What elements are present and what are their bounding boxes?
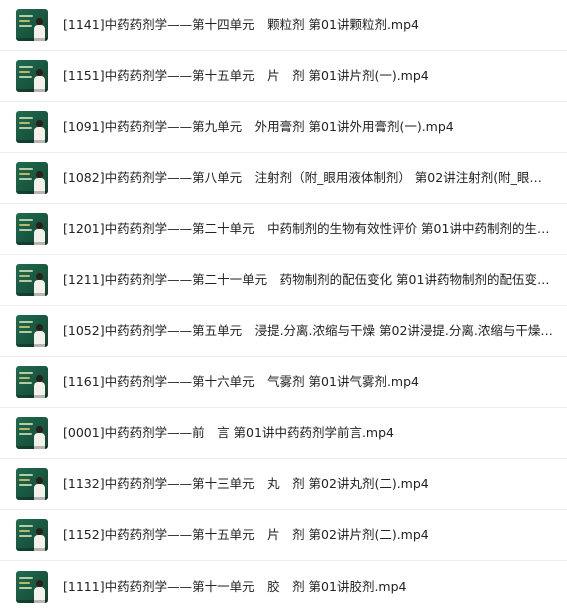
file-name: [1211]中药药剂学——第二十一单元 药物制剂的配伍变化 第01讲药物制剂的配… xyxy=(63,272,553,287)
file-name: [1052]中药药剂学——第五单元 浸提.分离.浓缩与干燥 第02讲浸提.分离.… xyxy=(63,323,553,338)
video-thumbnail-icon xyxy=(16,9,48,41)
file-row[interactable]: [1201]中药药剂学——第二十单元 中药制剂的生物有效性评价 第01讲中药制剂… xyxy=(0,204,567,255)
file-row[interactable]: [1151]中药药剂学——第十五单元 片 剂 第01讲片剂(一).mp4 xyxy=(0,51,567,102)
video-thumbnail-icon xyxy=(16,468,48,500)
file-row[interactable]: [1052]中药药剂学——第五单元 浸提.分离.浓缩与干燥 第02讲浸提.分离.… xyxy=(0,306,567,357)
file-name: [1132]中药药剂学——第十三单元 丸 剂 第02讲丸剂(二).mp4 xyxy=(63,476,429,491)
file-name: [1151]中药药剂学——第十五单元 片 剂 第01讲片剂(一).mp4 xyxy=(63,68,429,83)
video-thumbnail-icon xyxy=(16,60,48,92)
video-thumbnail-icon xyxy=(16,366,48,398)
video-thumbnail-icon xyxy=(16,570,48,603)
file-row[interactable]: [1132]中药药剂学——第十三单元 丸 剂 第02讲丸剂(二).mp4 xyxy=(0,459,567,510)
video-thumbnail-icon xyxy=(16,111,48,143)
file-name: [1161]中药药剂学——第十六单元 气雾剂 第01讲气雾剂.mp4 xyxy=(63,374,419,389)
file-row[interactable]: [1211]中药药剂学——第二十一单元 药物制剂的配伍变化 第01讲药物制剂的配… xyxy=(0,255,567,306)
video-thumbnail-icon xyxy=(16,519,48,551)
video-thumbnail-icon xyxy=(16,417,48,449)
file-row[interactable]: [1141]中药药剂学——第十四单元 颗粒剂 第01讲颗粒剂.mp4 xyxy=(0,0,567,51)
file-name: [1082]中药药剂学——第八单元 注射剂（附_眼用液体制剂） 第02讲注射剂(… xyxy=(63,170,553,185)
file-name: [1091]中药药剂学——第九单元 外用膏剂 第01讲外用膏剂(一).mp4 xyxy=(63,119,454,134)
file-row[interactable]: [1161]中药药剂学——第十六单元 气雾剂 第01讲气雾剂.mp4 xyxy=(0,357,567,408)
video-thumbnail-icon xyxy=(16,315,48,347)
video-thumbnail-icon xyxy=(16,213,48,245)
file-row[interactable]: [1111]中药药剂学——第十一单元 胶 剂 第01讲胶剂.mp4 xyxy=(0,561,567,612)
file-name: [1201]中药药剂学——第二十单元 中药制剂的生物有效性评价 第01讲中药制剂… xyxy=(63,221,553,236)
file-name: [0001]中药药剂学——前 言 第01讲中药药剂学前言.mp4 xyxy=(63,425,394,440)
file-row[interactable]: [0001]中药药剂学——前 言 第01讲中药药剂学前言.mp4 xyxy=(0,408,567,459)
file-name: [1152]中药药剂学——第十五单元 片 剂 第02讲片剂(二).mp4 xyxy=(63,527,429,542)
file-row[interactable]: [1082]中药药剂学——第八单元 注射剂（附_眼用液体制剂） 第02讲注射剂(… xyxy=(0,153,567,204)
file-row[interactable]: [1152]中药药剂学——第十五单元 片 剂 第02讲片剂(二).mp4 xyxy=(0,510,567,561)
file-name: [1141]中药药剂学——第十四单元 颗粒剂 第01讲颗粒剂.mp4 xyxy=(63,17,419,32)
file-name: [1111]中药药剂学——第十一单元 胶 剂 第01讲胶剂.mp4 xyxy=(63,578,407,594)
video-thumbnail-icon xyxy=(16,162,48,194)
file-list: [1141]中药药剂学——第十四单元 颗粒剂 第01讲颗粒剂.mp4 [1151… xyxy=(0,0,567,615)
video-thumbnail-icon xyxy=(16,264,48,296)
file-row[interactable]: [1091]中药药剂学——第九单元 外用膏剂 第01讲外用膏剂(一).mp4 xyxy=(0,102,567,153)
